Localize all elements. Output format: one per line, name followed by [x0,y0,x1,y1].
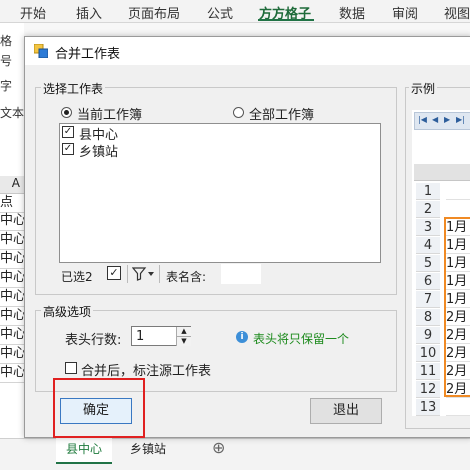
preview-row-number: 11 [416,363,440,380]
cell[interactable]: 中心 [0,212,24,231]
header-info-text: 表头将只保留一个 [253,332,350,346]
preview-row-number: 8 [416,309,440,326]
preview-row-number: 4 [416,237,440,254]
sheet-name-filter-label: 表名含: [166,270,207,284]
ribbon-fragment: 字 [0,79,13,93]
tab-review[interactable]: 审阅 [392,3,418,22]
prev-sheet-icon: ◀ [432,115,439,124]
toolbar-divider [127,265,128,283]
preview-column-header [414,164,470,181]
app-icon [34,44,48,58]
select-sheets-group-label: 选择工作表 [41,80,106,97]
exit-button[interactable]: 退出 [310,398,382,424]
ribbon-fragment: 号 [0,54,13,68]
header-rows-stepper[interactable]: 1 ▲ ▼ [131,326,191,346]
ribbon-fragment: 文本 [0,106,25,120]
filter-icon[interactable] [132,267,154,281]
tab-view[interactable]: 视图 [444,3,470,22]
cell[interactable]: 中心 [0,345,24,364]
selected-count: 已选2 [61,270,93,284]
column-header-a[interactable]: A [0,176,24,194]
header-rows-label: 表头行数: [65,333,122,348]
stepper-down-icon[interactable]: ▼ [176,336,191,346]
mark-source-checkbox[interactable] [65,362,77,374]
preview-merged-highlight [444,217,470,397]
cell[interactable]: 中心 [0,364,24,383]
preview-row-number: 13 [416,399,440,416]
tab-home[interactable]: 开始 [20,3,46,22]
preview-cell [446,399,470,416]
first-sheet-icon: |◀ [418,115,427,124]
ribbon-fragment: 格 [0,34,13,48]
preview-row-number: 7 [416,291,440,308]
sheet-list-item[interactable]: 乡镇站 [79,141,118,160]
radio-current-workbook-label: 当前工作簿 [77,108,143,123]
radio-current-workbook[interactable] [61,107,72,118]
add-sheet-icon[interactable]: ⊕ [212,438,225,457]
cell[interactable]: 中心 [0,231,24,250]
tab-formulas[interactable]: 公式 [207,3,233,22]
toolbar-divider [159,265,160,283]
tab-page-layout[interactable]: 页面布局 [128,3,180,22]
preview-cell [446,201,470,218]
tab-data[interactable]: 数据 [339,3,365,22]
preview-group-label: 示例 [409,80,438,97]
preview-row-number: 3 [416,219,440,236]
cell[interactable]: 中心 [0,269,24,288]
header-rows-value[interactable]: 1 [136,329,144,344]
cell[interactable]: 中心 [0,288,24,307]
dialog-titlebar[interactable]: 合并工作表 [25,37,470,65]
last-sheet-icon: ▶| [456,115,465,124]
preview-row-number: 2 [416,201,440,218]
sheet-tab-county-center[interactable]: 县中心 [56,438,113,464]
info-icon: i [236,331,248,343]
cell[interactable]: 中心 [0,250,24,269]
merge-sheets-dialog: 合并工作表 选择工作表 当前工作簿 全部工作簿 ✓ 县中心 ✓ 乡镇站 已选2 … [24,36,470,438]
active-tab-indicator [258,19,314,21]
preview-row-number: 10 [416,345,440,362]
preview-row-number: 5 [416,255,440,272]
tab-insert[interactable]: 插入 [76,3,102,22]
preview-row-number: 6 [416,273,440,290]
mark-source-label: 合并后，标注源工作表 [81,364,212,379]
select-all-checkbox-icon[interactable]: ✓ [107,266,121,280]
advanced-options-group-label: 高级选项 [41,303,94,320]
radio-all-workbooks[interactable] [233,107,244,118]
next-sheet-icon: ▶ [444,115,451,124]
sheet-checkbox[interactable]: ✓ [62,143,74,155]
cell[interactable]: 中心 [0,307,24,326]
cell[interactable]: 点 [0,194,24,213]
sheet-name-filter-input[interactable] [221,264,261,284]
preview-row-number: 9 [416,327,440,344]
dialog-title: 合并工作表 [55,47,121,62]
cell[interactable]: 中心 [0,326,24,345]
preview-cell [446,183,470,200]
ribbon-tab-bar: 开始 插入 页面布局 公式 方方格子 数据 审阅 视图 [0,0,470,23]
sheet-tab-township-station[interactable]: 乡镇站 [120,438,176,462]
radio-all-workbooks-label: 全部工作簿 [249,108,315,123]
ok-button[interactable]: 确定 [60,398,132,424]
preview-row-number: 12 [416,381,440,398]
stepper-up-icon[interactable]: ▲ [176,327,191,336]
preview-row-number: 1 [416,183,440,200]
sheet-checkbox[interactable]: ✓ [62,126,74,138]
